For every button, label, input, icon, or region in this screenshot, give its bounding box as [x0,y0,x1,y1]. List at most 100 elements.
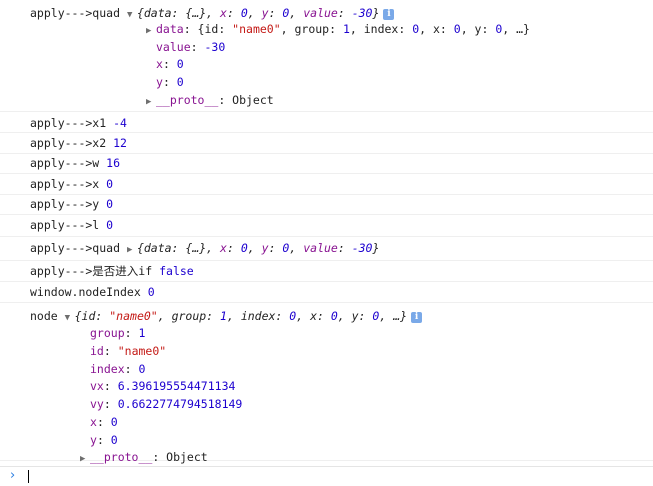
token: } [372,241,380,255]
token: : [337,241,352,255]
token: 0 [453,22,461,36]
token: vy [90,397,104,411]
token: y [261,241,269,255]
console-line: apply--->quad ▶ {data: {…}, x: 0, y: 0, v… [30,240,379,256]
token: , [247,241,262,255]
token: : {id: [183,22,233,36]
token: "name0" [117,344,167,358]
info-icon[interactable]: i [411,312,423,323]
console-line: node ▼ {id: "name0", group: 1, index: 0, … [30,308,423,326]
token: 0 [240,241,248,255]
token: apply--->quad [30,6,127,20]
text-caret [28,470,29,483]
console-line: y: 0 [90,432,118,448]
console-line: group: 1 [90,325,145,341]
token: 0 [176,57,184,71]
token: group [90,326,125,340]
token: , …} [379,309,408,323]
expand-right-icon[interactable]: ▶ [80,451,90,467]
console-message: node ▼ {id: "name0", group: 1, index: 0, … [0,302,653,464]
console-line: ▶ data: {id: "name0", group: 1, index: 0,… [146,21,530,37]
token: : [226,241,241,255]
console-line: x: 0 [90,414,118,430]
token: : [96,415,111,429]
token: x [156,57,163,71]
console-message: apply--->w 16 [0,153,653,174]
token: : Object [218,93,274,107]
token: apply--->x1 [30,116,114,130]
token: : [268,6,283,20]
token: -30 [351,6,373,20]
token: : [103,397,118,411]
token: x [90,415,97,429]
token: , [289,6,304,20]
info-icon[interactable]: i [383,9,395,20]
console-line: ▶ __proto__: Object [80,449,208,465]
console-message: apply--->l 0 [0,214,653,237]
token: 0 [330,309,338,323]
token: : [226,6,241,20]
token: 0 [147,285,155,299]
token: apply--->y [30,197,107,211]
token: apply--->x2 [30,136,114,150]
token: {data: {…}, [136,6,221,20]
expand-right-icon[interactable]: ▶ [127,242,137,258]
token: {id: [74,309,110,323]
token: __proto__ [156,93,219,107]
token: false [159,264,194,278]
token: value [303,241,338,255]
token: "name0" [232,22,281,36]
console-message: window.nodeIndex 0 [0,281,653,303]
console-line: apply--->x 0 [30,176,113,192]
token: -30 [351,241,373,255]
token: , [289,241,304,255]
token: : [162,75,177,89]
console-line: y: 0 [156,74,184,90]
console-line: ▶ __proto__: Object [146,92,274,108]
token: , …} [502,22,530,36]
console-line: apply--->quad ▼ {data: {…}, x: 0, y: 0, v… [30,5,395,23]
token: , index: [349,22,413,36]
console-line: vx: 6.396195554471134 [90,378,235,394]
token: : [162,57,177,71]
token: id [90,344,104,358]
token: 0 [106,197,114,211]
token: : [268,241,283,255]
token: 1 [220,309,227,323]
token: 0 [110,433,118,447]
console-line: value: -30 [156,39,225,55]
expand-down-icon[interactable]: ▼ [127,7,137,23]
token: value [156,40,191,54]
token: : [190,40,205,54]
token: , x: [296,309,331,323]
expand-right-icon[interactable]: ▶ [146,94,156,110]
console-line: apply--->是否进入if false [30,263,194,279]
token: : Object [152,450,208,464]
console-line: apply--->x1 -4 [30,115,127,131]
console-line: x: 0 [156,56,184,72]
console-line: apply--->l 0 [30,217,113,233]
token: : [337,6,352,20]
token: 0 [240,6,248,20]
console-line: window.nodeIndex 0 [30,284,155,300]
token: 0 [106,218,114,232]
token: apply--->w [30,156,107,170]
console-message: apply--->x2 12 [0,132,653,154]
token: 0.6622774794518149 [117,397,243,411]
console-prompt[interactable]: › [0,466,653,486]
console-line: id: "name0" [90,343,166,359]
token: __proto__ [90,450,153,464]
console-line: vy: 0.6622774794518149 [90,396,242,412]
token: : [96,433,111,447]
token: apply--->x [30,177,107,191]
token: index [90,362,125,376]
expand-right-icon[interactable]: ▶ [146,23,156,39]
token: , group: [280,22,343,36]
token: value [303,6,338,20]
expand-down-icon[interactable]: ▼ [65,310,75,326]
console-line: index: 0 [90,361,145,377]
console-message: apply--->是否进入if false [0,260,653,282]
token: apply--->是否进入if [30,264,160,278]
token: 1 [342,22,350,36]
token: 16 [106,156,121,170]
